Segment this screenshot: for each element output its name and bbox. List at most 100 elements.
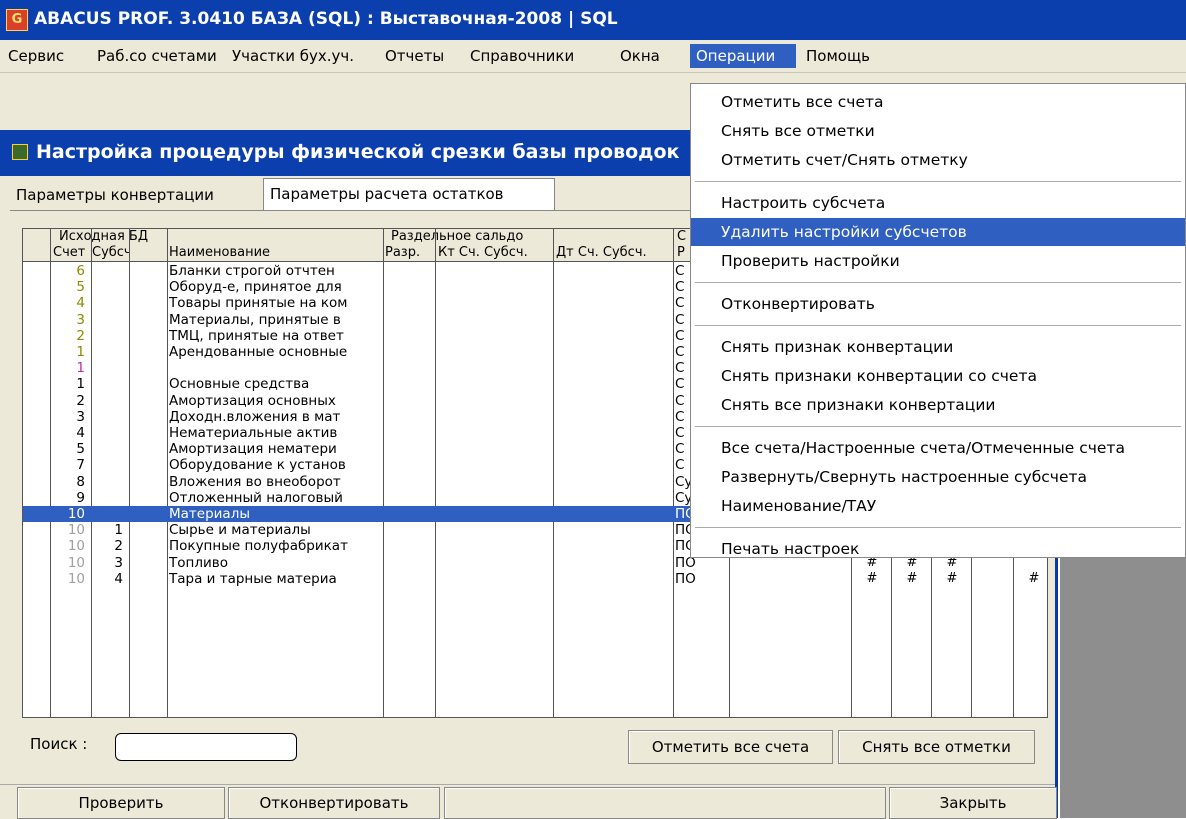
menu-item[interactable]: Все счета/Настроенные счета/Отмеченные с… [691,434,1185,462]
col-header-sub[interactable]: Субсч [92,245,130,261]
cell-account: 10 [67,522,85,539]
cell-name: Бланки строгой отчтен [169,263,335,279]
cell-name: Товары принятые на ком [169,295,348,312]
group-header-source: Исходная БД [59,229,149,244]
search-label: Поиск : [30,735,88,753]
tab-balance-params[interactable]: Параметры расчета остатков [263,178,555,210]
cell-account: 7 [76,457,85,474]
cell-name: Материалы, принятые в [169,311,341,328]
menu-item[interactable]: Развернуть/Свернуть настроенные субсчета [691,463,1185,491]
menu-spravochniki[interactable]: Справочники [464,44,580,68]
menu-rab-so-schetami[interactable]: Раб.со счетами [91,44,223,68]
cell-sub [93,506,123,522]
group-header-separate: Раздельное сальдо [391,229,524,244]
menu-pomosch[interactable]: Помощь [800,44,876,68]
cell-name: ТМЦ, принятые на ответ [169,327,344,344]
cell-name: Тара и тарные материа [169,570,337,587]
table-row[interactable]: 10 4 Тара и тарные материа ПО # # # # [23,571,1047,587]
check-button[interactable]: Проверить [17,787,225,819]
cell-name: Вложения во внеоборот [169,473,341,490]
cell-account: 5 [76,441,85,458]
cell-account: 3 [76,408,85,425]
menu-item[interactable]: Снять признаки конвертации со счета [691,362,1185,390]
cell-account: 10 [67,554,85,571]
cell-account: 10 [67,538,85,555]
cell-name: Оборуд-е, принятое для [169,279,342,296]
cell-sub: 1 [114,522,123,539]
cell-name: Доходн.вложения в мат [169,408,341,425]
cell-account: 2 [76,327,85,344]
col-header-account[interactable]: Счет [53,245,93,261]
cell-sub [93,263,123,279]
cell-sub [93,376,123,392]
cell-account: 1 [76,360,85,377]
cell-account: 10 [67,506,85,522]
bottom-spacer [444,787,886,819]
convert-button[interactable]: Отконвертировать [228,787,440,819]
cell-sub [93,490,123,506]
menu-item[interactable]: Проверить настройки [691,247,1185,275]
menu-okna[interactable]: Окна [614,44,666,68]
mark-hash: # [866,570,878,586]
menu-separator [695,181,1181,182]
cell-account: 6 [76,263,85,279]
search-input[interactable] [115,733,297,761]
mark-hash: # [946,570,958,586]
col-header-name[interactable]: Наименование [169,245,381,261]
cell-name: Материалы [169,506,250,522]
menu-item[interactable]: Снять признак конвертации [691,333,1185,361]
menu-item[interactable]: Отконвертировать [691,290,1185,318]
cell-sub [93,279,123,295]
menu-separator [695,426,1181,427]
bottom-button-bar: Проверить Отконвертировать Закрыть [0,784,1057,819]
cell-name: Отложенный налоговый [169,489,343,506]
menu-servis[interactable]: Сервис [2,44,70,68]
cell-sub [93,457,123,473]
unmark-all-button[interactable]: Снять все отметки [838,730,1035,764]
cell-account: 8 [76,473,85,490]
menu-item[interactable]: Наименование/ТАУ [691,492,1185,520]
mark-hash: # [1028,570,1040,586]
col-header-razr[interactable]: Разр. [385,245,433,261]
menu-item[interactable]: Удалить настройки субсчетов [691,218,1185,246]
cell-name: Амортизация нематери [169,441,337,458]
cell-sub [93,344,123,360]
col-header-dt[interactable]: Дт Сч. Субсч. [556,245,672,261]
cell-sub: 2 [114,538,123,555]
window-title: Настройка процедуры физической срезки ба… [36,141,680,163]
menu-operacii[interactable]: Операции [690,44,796,68]
cell-account: 4 [76,425,85,441]
cell-sub: 3 [114,554,123,571]
menu-item[interactable]: Отметить все счета [691,88,1185,116]
menu-uchastki[interactable]: Участки бух.уч. [226,44,360,68]
abacus-app-icon[interactable]: G [6,9,28,31]
menu-item[interactable]: Настроить субсчета [691,189,1185,217]
cell-type: ПО [675,570,696,587]
menu-otchety[interactable]: Отчеты [379,44,450,68]
window-icon[interactable] [12,144,28,160]
menu-item[interactable]: Печать настроек [691,535,1185,563]
cell-name: Покупные полуфабрикат [169,538,348,555]
menu-item[interactable]: Снять все отметки [691,117,1185,145]
menubar: Сервис Раб.со счетами Участки бух.уч. От… [0,40,1186,73]
cell-sub [93,360,123,376]
cell-name: Арендованные основные [169,344,348,360]
app-titlebar: G ABACUS PROF. 3.0410 БАЗА (SQL) : Выста… [0,0,1186,40]
mark-all-button[interactable]: Отметить все счета [628,730,833,764]
tab-conversion-params[interactable]: Параметры конвертации [10,180,220,210]
menu-item[interactable]: Отметить счет/Снять отметку [691,146,1185,174]
col-header-kt[interactable]: Кт Сч. Субсч. [438,245,552,261]
cell-account: 9 [76,489,85,506]
cell-name: Топливо [169,554,228,571]
cell-sub [93,312,123,328]
cell-account: 1 [76,376,85,393]
menu-item[interactable]: Снять все признаки конвертации [691,391,1185,419]
cell-sub [93,328,123,344]
close-button[interactable]: Закрыть [889,787,1057,819]
col-header-r[interactable]: Р [677,245,691,261]
cell-sub [93,425,123,441]
mark-hash: # [906,570,918,586]
cell-account: 5 [76,279,85,296]
cell-name [169,360,381,376]
cell-sub: 4 [114,570,123,587]
